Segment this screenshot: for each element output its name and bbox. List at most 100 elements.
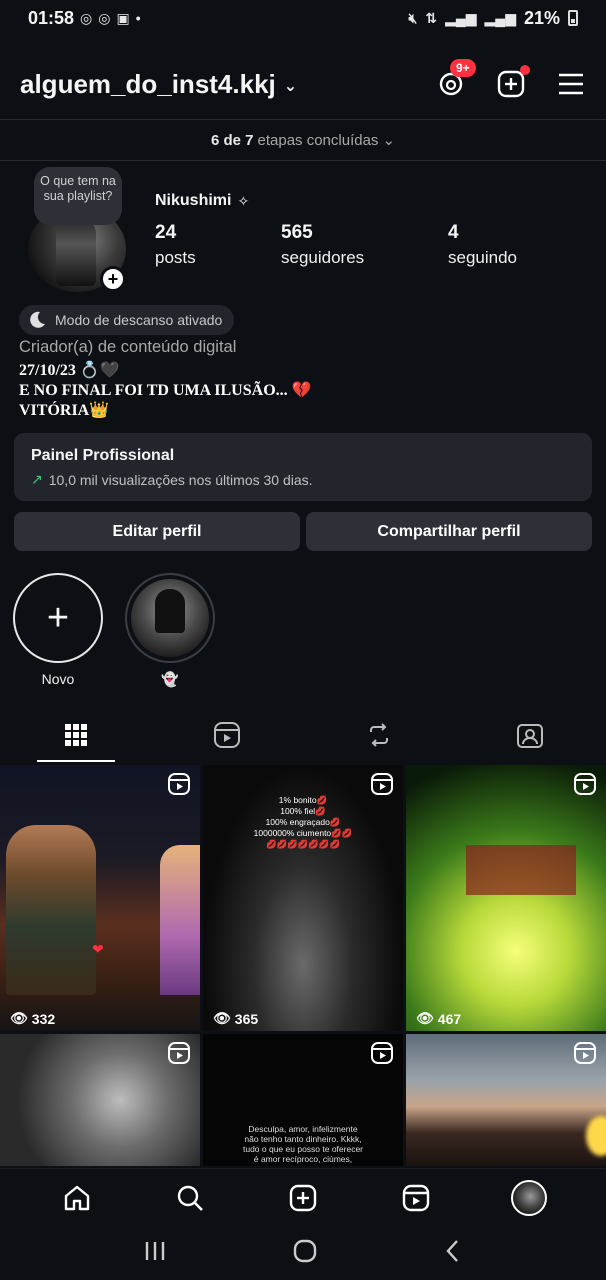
profile-tabs [0,708,606,762]
home-button[interactable] [293,1239,317,1268]
stat-followers[interactable]: 565 seguidores [281,222,448,268]
nav-search[interactable] [170,1178,210,1218]
views-number: 365 [234,1010,259,1027]
post-tile[interactable] [0,1034,200,1166]
rest-mode-chip[interactable]: Modo de descanso ativado [19,305,235,335]
stat-label: seguindo [448,248,518,267]
whatsapp-icon: ◎ [80,9,93,26]
plus-icon: + [13,573,103,663]
nav-home[interactable] [57,1178,97,1218]
avatar [511,1179,548,1216]
signal-icon: ▂▄▆ [445,9,477,26]
username: alguem_do_inst4.kkj [20,68,276,99]
rest-mode-label: Modo de descanso ativado [55,312,223,328]
professional-dashboard[interactable]: Painel Profissional ↗ 10,0 mil visualiza… [14,433,592,501]
highlight-label: 👻 [161,671,179,687]
eye-icon: 👁︎ [10,1010,28,1026]
grid-icon [64,724,87,746]
tab-reposts[interactable] [303,708,455,762]
post-tile[interactable]: ❤ 👁︎ 332 [0,765,200,1031]
view-count: 👁︎ 332 [10,1010,55,1027]
status-right: 🔇︎ ⇅ ▂▄▆ ▂▄▆ 21% [408,8,578,29]
profile-header: alguem_do_inst4.kkj ⌄ 9+ [0,52,606,116]
tab-tagged[interactable] [455,708,606,762]
post-tile[interactable]: 1% bonito💋 100% fiel💋 100% engraçado💋 10… [203,765,403,1031]
plus-square-icon [289,1184,317,1211]
recents-button[interactable] [143,1240,167,1267]
sparkle-icon: ✧ [237,192,250,209]
highlight-item[interactable]: 👻 [125,573,215,688]
stat-number: 24 [155,222,177,243]
post-tile[interactable] [406,1034,606,1166]
display-name-row: Nikushimi ✧ [155,192,249,210]
nav-profile[interactable] [509,1178,549,1218]
bottom-navigation [0,1168,606,1226]
pro-panel-subtitle: ↗ 10,0 mil visualizações nos últimos 30 … [31,471,575,488]
back-button[interactable] [443,1239,463,1268]
views-number: 332 [31,1010,56,1027]
mute-icon: 🔇︎ [408,9,418,26]
back-icon [446,1239,458,1262]
highlight-cover [125,573,215,663]
bio-line: E NO FINAL FOI TD UMA ILUSÃO... 💔 [19,382,312,399]
stat-label: seguidores [281,248,365,267]
heart-icon: ❤ [92,941,104,957]
status-bar: 01:58 ◎ ◎ ▣ • 🔇︎ ⇅ ▂▄▆ ▂▄▆ 21% [0,0,606,36]
system-navigation [0,1226,606,1280]
display-name: Nikushimi [155,192,232,209]
create-button[interactable] [496,65,530,99]
post-tile[interactable]: 👁︎ 467 [406,765,606,1031]
battery-icon [568,10,578,26]
reels-icon [371,1042,393,1064]
note-bubble[interactable]: O que tem na sua playlist? [34,167,122,225]
reels-icon [214,722,241,748]
status-left: 01:58 ◎ ◎ ▣ • [28,8,141,29]
nav-reels[interactable] [396,1178,436,1218]
bio-line: 27/10/23 💍🖤 [19,362,120,379]
home-circle-icon [293,1239,317,1262]
post-tile[interactable]: Desculpa, amor, infelizmente não tenho t… [203,1034,403,1166]
stat-following[interactable]: 4 seguindo [448,222,517,268]
recents-icon [145,1241,165,1260]
steps-label: etapas concluídas [257,131,379,149]
reels-icon [371,773,393,795]
new-dot [520,65,530,75]
views-number: 467 [437,1010,462,1027]
trend-up-icon: ↗ [31,471,43,487]
notification-badge: 9+ [450,59,476,77]
stat-number: 565 [281,222,313,243]
menu-button[interactable] [556,69,586,99]
highlight-new[interactable]: + Novo [13,573,103,687]
repost-icon [369,723,388,747]
moon-icon [30,311,45,328]
threads-button[interactable]: 9+ [436,59,476,99]
gallery-icon: ▣ [116,9,130,26]
header-actions: 9+ [436,59,586,99]
edit-profile-button[interactable]: Editar perfil [14,512,300,551]
highlight-label: Novo [41,671,75,687]
pro-panel-views: 10,0 mil visualizações nos últimos 30 di… [48,471,313,488]
onboarding-steps[interactable]: 6 de 7 etapas concluídas ⌄ [0,120,606,160]
add-story-icon[interactable]: + [100,266,126,292]
profile-stats: 24 posts 565 seguidores 4 seguindo [155,222,517,268]
stat-number: 4 [448,222,459,243]
eye-icon: 👁︎ [213,1010,231,1026]
stat-posts[interactable]: 24 posts [155,222,281,268]
view-count: 👁︎ 365 [213,1010,258,1027]
tab-grid[interactable] [0,708,152,762]
stat-label: posts [155,248,196,267]
account-switcher[interactable]: alguem_do_inst4.kkj ⌄ [20,69,297,100]
reels-icon [168,773,190,795]
share-profile-button[interactable]: Compartilhar perfil [306,512,592,551]
view-count: 👁︎ 467 [416,1010,461,1027]
data-icon: ⇅ [425,9,438,26]
posts-grid: ❤ 👁︎ 332 1% bonito💋 100% fiel💋 100% engra… [0,765,606,1166]
hamburger-icon [559,73,583,95]
search-icon [177,1185,203,1211]
tab-reels[interactable] [152,708,304,762]
dot-icon: • [135,10,141,26]
nav-create[interactable] [283,1178,323,1218]
steps-count: 6 de 7 [210,131,254,149]
reels-icon [574,773,596,795]
chevron-down-icon: ⌄ [382,132,396,149]
